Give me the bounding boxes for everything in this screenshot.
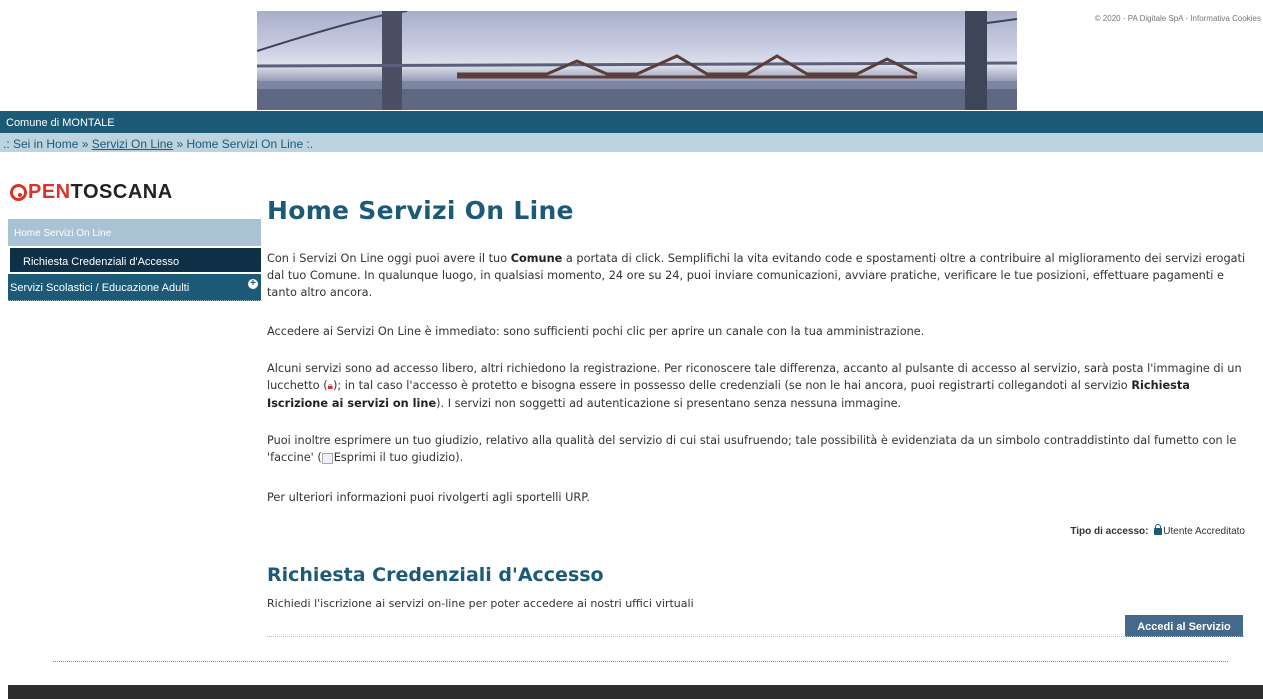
logo-o-icon (10, 183, 27, 201)
page-title: Home Servizi On Line (267, 196, 574, 225)
intro-text-a: Con i Servizi On Line oggi puoi avere il… (267, 252, 511, 265)
logo-text-rest: TOSCANA (70, 180, 173, 203)
service-divider (267, 636, 1244, 637)
municipality-bar: Comune di MONTALE (0, 111, 1263, 133)
sidebar-item-home[interactable]: Home Servizi On Line (8, 219, 261, 246)
feedback-text-b: ). (455, 451, 464, 464)
copyright-notice: © 2020 - PA Digitale SpA - Informativa C… (1095, 14, 1261, 23)
access-type-value: Utente Accreditato (1163, 526, 1245, 537)
copyright-text: © 2020 - PA Digitale SpA (1094, 14, 1184, 23)
service-description: Richiedi l'iscrizione ai servizi on-line… (267, 597, 694, 610)
sidebar-item-servizi-scolastici[interactable]: Servizi Scolastici / Educazione Adulti + (8, 274, 261, 301)
breadcrumb: .: Sei in Home » Servizi On Line » Home … (0, 133, 1263, 152)
logo-text-accent: PEN (28, 180, 71, 203)
breadcrumb-prefix: .: Sei in Home » (3, 137, 89, 151)
info-paragraph: Per ulteriori informazioni puoi rivolger… (267, 491, 590, 504)
footer-bar (8, 685, 1263, 699)
intro-text-comune: Comune (510, 252, 563, 265)
bridge-illustration (257, 11, 1017, 110)
registration-text-b: ); in tal caso l'accesso è protetto e bi… (332, 379, 1132, 392)
feedback-paragraph: Puoi inoltre esprimere un tuo giudizio, … (267, 432, 1252, 466)
sidebar-menu: Home Servizi On Line Richiesta Credenzia… (8, 219, 261, 301)
breadcrumb-link-servizi[interactable]: Servizi On Line (92, 137, 173, 151)
header-banner-image (257, 11, 1017, 110)
sidebar-item-richiesta-credenziali[interactable]: Richiesta Credenziali d'Accesso (10, 248, 261, 272)
intro-paragraph: Con i Servizi On Line oggi puoi avere il… (267, 250, 1252, 301)
footer-divider (53, 661, 1228, 662)
lock-icon (1154, 524, 1163, 535)
copyright-separator: - (1185, 14, 1189, 23)
municipality-name: Comune di MONTALE (6, 117, 115, 129)
service-title: Richiesta Credenziali d'Accesso (267, 564, 604, 586)
access-type: Tipo di accesso: Utente Accreditato (1070, 524, 1245, 537)
feedback-img-alt: Esprimi il tuo giudizio (333, 451, 456, 464)
accedi-servizio-button[interactable]: Accedi al Servizio (1125, 615, 1243, 637)
main-content: Home Servizi On Line Con i Servizi On Li… (267, 196, 1252, 504)
access-paragraph: Accedere ai Servizi On Line è immediato:… (267, 325, 925, 338)
access-type-label: Tipo di accesso: (1070, 526, 1149, 537)
expand-plus-icon[interactable]: + (248, 279, 258, 289)
sidebar-item-label: Servizi Scolastici / Educazione Adulti (10, 282, 190, 294)
opentoscana-logo[interactable]: PEN TOSCANA (10, 180, 173, 204)
feedback-smiley-icon (321, 452, 333, 464)
breadcrumb-current: » Home Servizi On Line :. (176, 137, 314, 151)
cookie-policy-link[interactable]: Informativa Cookies (1190, 14, 1261, 23)
registration-paragraph: Alcuni servizi sono ad accesso libero, a… (267, 360, 1252, 412)
registration-text-d: ). I servizi non soggetti ad autenticazi… (436, 397, 902, 410)
